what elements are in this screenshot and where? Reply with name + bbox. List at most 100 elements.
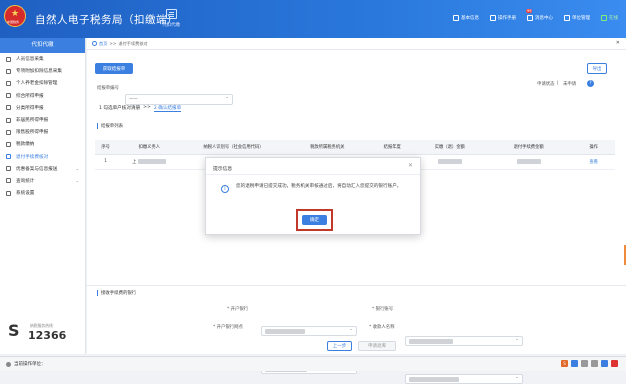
online-link[interactable]: 在线 (601, 15, 618, 21)
cell-index: 1 (95, 154, 117, 170)
get-report-button[interactable]: 获取结报单 (95, 63, 133, 74)
breadcrumb-home[interactable]: 首页 (99, 41, 107, 47)
account-select[interactable]: ⌄ (405, 336, 523, 346)
info-icon: i (221, 185, 229, 193)
table-header-cell: 实缴（退）金额 (414, 140, 485, 155)
bank-section-title: 接收手续费的银行 (97, 290, 136, 296)
top-tile-label: 代扣代缴 (162, 23, 180, 28)
chevron-down-icon: ⌄ (225, 95, 229, 100)
dialog-divider (206, 174, 420, 175)
report-list-title: 结报单列表 (97, 123, 123, 129)
chevron-down-icon: ⌄ (75, 178, 79, 184)
confirm-button[interactable]: 确定 (302, 215, 327, 225)
redacted-block (265, 328, 305, 334)
notify-icon[interactable] (611, 360, 618, 367)
cell-refund-fee (484, 154, 573, 170)
cell-agent-text: 上 (132, 159, 137, 165)
payee-label: * 收款人名称 (369, 325, 395, 330)
cell-action: 查看 (572, 154, 615, 170)
mic-icon[interactable] (581, 360, 588, 367)
manual-link[interactable]: 操作手册 (490, 15, 516, 21)
settings-icon[interactable] (601, 360, 608, 367)
cell-agent: 上 (116, 154, 183, 170)
ime-icon[interactable]: S (561, 360, 568, 367)
table-header-cell: 结报年度 (369, 140, 415, 155)
unit-manage-label: 单位管理 (572, 16, 590, 21)
confirm-highlight: 确定 (296, 209, 333, 231)
building-icon (564, 15, 570, 21)
help-icon[interactable]: ? (587, 80, 594, 87)
sidebar-item-label: 专项附加扣除信息采集 (16, 69, 62, 75)
keyboard-icon[interactable] (571, 360, 578, 367)
document-icon (165, 9, 177, 19)
apply-refund-button[interactable]: 申请退库 (358, 341, 396, 351)
hotline-logo-icon: S (8, 321, 20, 340)
payee-select[interactable]: ⌄ (405, 374, 523, 384)
sidebar: 代扣代缴 人员信息采集 专项附加扣除信息采集 个人养老金扣除管理 综合所得申报 分类所得… (0, 38, 86, 354)
table-header-cell: 操作 (572, 140, 615, 155)
table-header-cell: 纳税人识别号（社会信用代码） (182, 140, 285, 155)
sidebar-item-comprehensive[interactable]: 综合所得申报 (0, 90, 85, 102)
sidebar-item-label: 查询统计 (16, 178, 35, 184)
prev-step-button[interactable]: 上一步 (327, 341, 352, 351)
export-button[interactable]: 导出 (587, 63, 607, 74)
bar-chart-icon (6, 129, 11, 135)
redacted-block (409, 338, 453, 344)
person-icon (6, 56, 11, 62)
emblem-text: 中国税务 (7, 20, 20, 24)
chevron-down-icon: ⌄ (515, 375, 519, 380)
sidebar-item-nonresident[interactable]: 非居民所得申报 (0, 114, 85, 126)
apply-status-label: 申请状态 (537, 82, 555, 87)
branch-label: * 开户银行网点 (213, 325, 243, 330)
sidebar-item-query-stats[interactable]: 查询统计 ⌄ (0, 175, 85, 187)
divider (87, 285, 626, 286)
chevron-down-icon: ⌄ (75, 166, 79, 172)
sidebar-item-restricted-stock[interactable]: 限售股所得申报 (0, 126, 85, 138)
hotline-badge: S 纳税服务热线 12366 (8, 321, 78, 347)
status-bar: 当前操作单位： S (0, 356, 626, 371)
table-header-cell: 扣缴义务人 (116, 140, 183, 155)
breadcrumb-sep: >> (109, 41, 117, 46)
sidebar-item-system-settings[interactable]: 系统设置 (0, 187, 85, 199)
steps-bar: 1 勾选单户核对清册 >> 2 确认结报单 (99, 105, 182, 112)
report-no-value: —— (129, 97, 138, 102)
top-tile-withholding[interactable]: 代扣代缴 (150, 6, 192, 36)
report-no-select[interactable]: —— ⌄ (125, 94, 233, 105)
sidebar-item-tax-payment[interactable]: 税款缴纳 (0, 138, 85, 150)
close-tab-icon[interactable]: ✕ (616, 40, 620, 46)
open-bank-label: * 开户银行 (227, 307, 249, 312)
view-link[interactable]: 查看 (589, 160, 598, 165)
unit-manage-link[interactable]: 单位管理 (564, 15, 590, 21)
sidebar-item-special-deduction[interactable]: 专项附加扣除信息采集 (0, 65, 85, 77)
sidebar-item-preferential[interactable]: 优惠备案与信息报送 ⌄ (0, 163, 85, 175)
apply-status-value: 未申请 (563, 82, 577, 87)
open-bank-select[interactable]: ⌄ (261, 326, 357, 336)
sidebar-item-label: 系统设置 (16, 191, 35, 197)
tax-emblem-logo: ★ 中国税务 (4, 5, 26, 27)
top-links: 基本信息 操作手册 99 消息中心 单位管理 在线 (453, 9, 618, 21)
redacted-block (409, 376, 459, 382)
basic-info-link[interactable]: 基本信息 (453, 15, 479, 21)
monitor-icon (601, 15, 607, 21)
folder-icon (6, 141, 11, 147)
sidebar-item-classified[interactable]: 分类所得申报 (0, 102, 85, 114)
report-no-label: 结报单编号 (97, 86, 119, 91)
prompt-dialog: 提示信息 ✕ i 您的退税申请已提交成功，税务机关审核通过后，将自动汇入您提交的… (205, 157, 421, 235)
breadcrumb-current: 退付手续费核对 (118, 40, 148, 46)
refund-icon (6, 154, 11, 160)
sidebar-item-label: 分类所得申报 (16, 105, 44, 111)
sidebar-item-label: 优惠备案与信息报送 (16, 166, 58, 172)
sidebar-item-pension[interactable]: 个人养老金扣除管理 (0, 77, 85, 89)
step-arrow: >> (143, 105, 151, 110)
step-1[interactable]: 1 勾选单户核对清册 (99, 105, 140, 112)
message-center-link[interactable]: 99 消息中心 (526, 9, 553, 21)
sidebar-item-refund-fee-check[interactable]: 退付手续费核对 (0, 151, 85, 163)
step-2[interactable]: 2 确认结报单 (153, 105, 182, 112)
chevron-down-icon: ⌄ (349, 327, 353, 332)
message-center-label: 消息中心 (535, 16, 553, 21)
emoji-icon[interactable] (591, 360, 598, 367)
sidebar-item-label: 人员信息采集 (16, 57, 44, 63)
sidebar-item-person-info[interactable]: 人员信息采集 (0, 53, 85, 65)
chart-icon (6, 93, 11, 99)
close-icon[interactable]: ✕ (408, 162, 413, 169)
